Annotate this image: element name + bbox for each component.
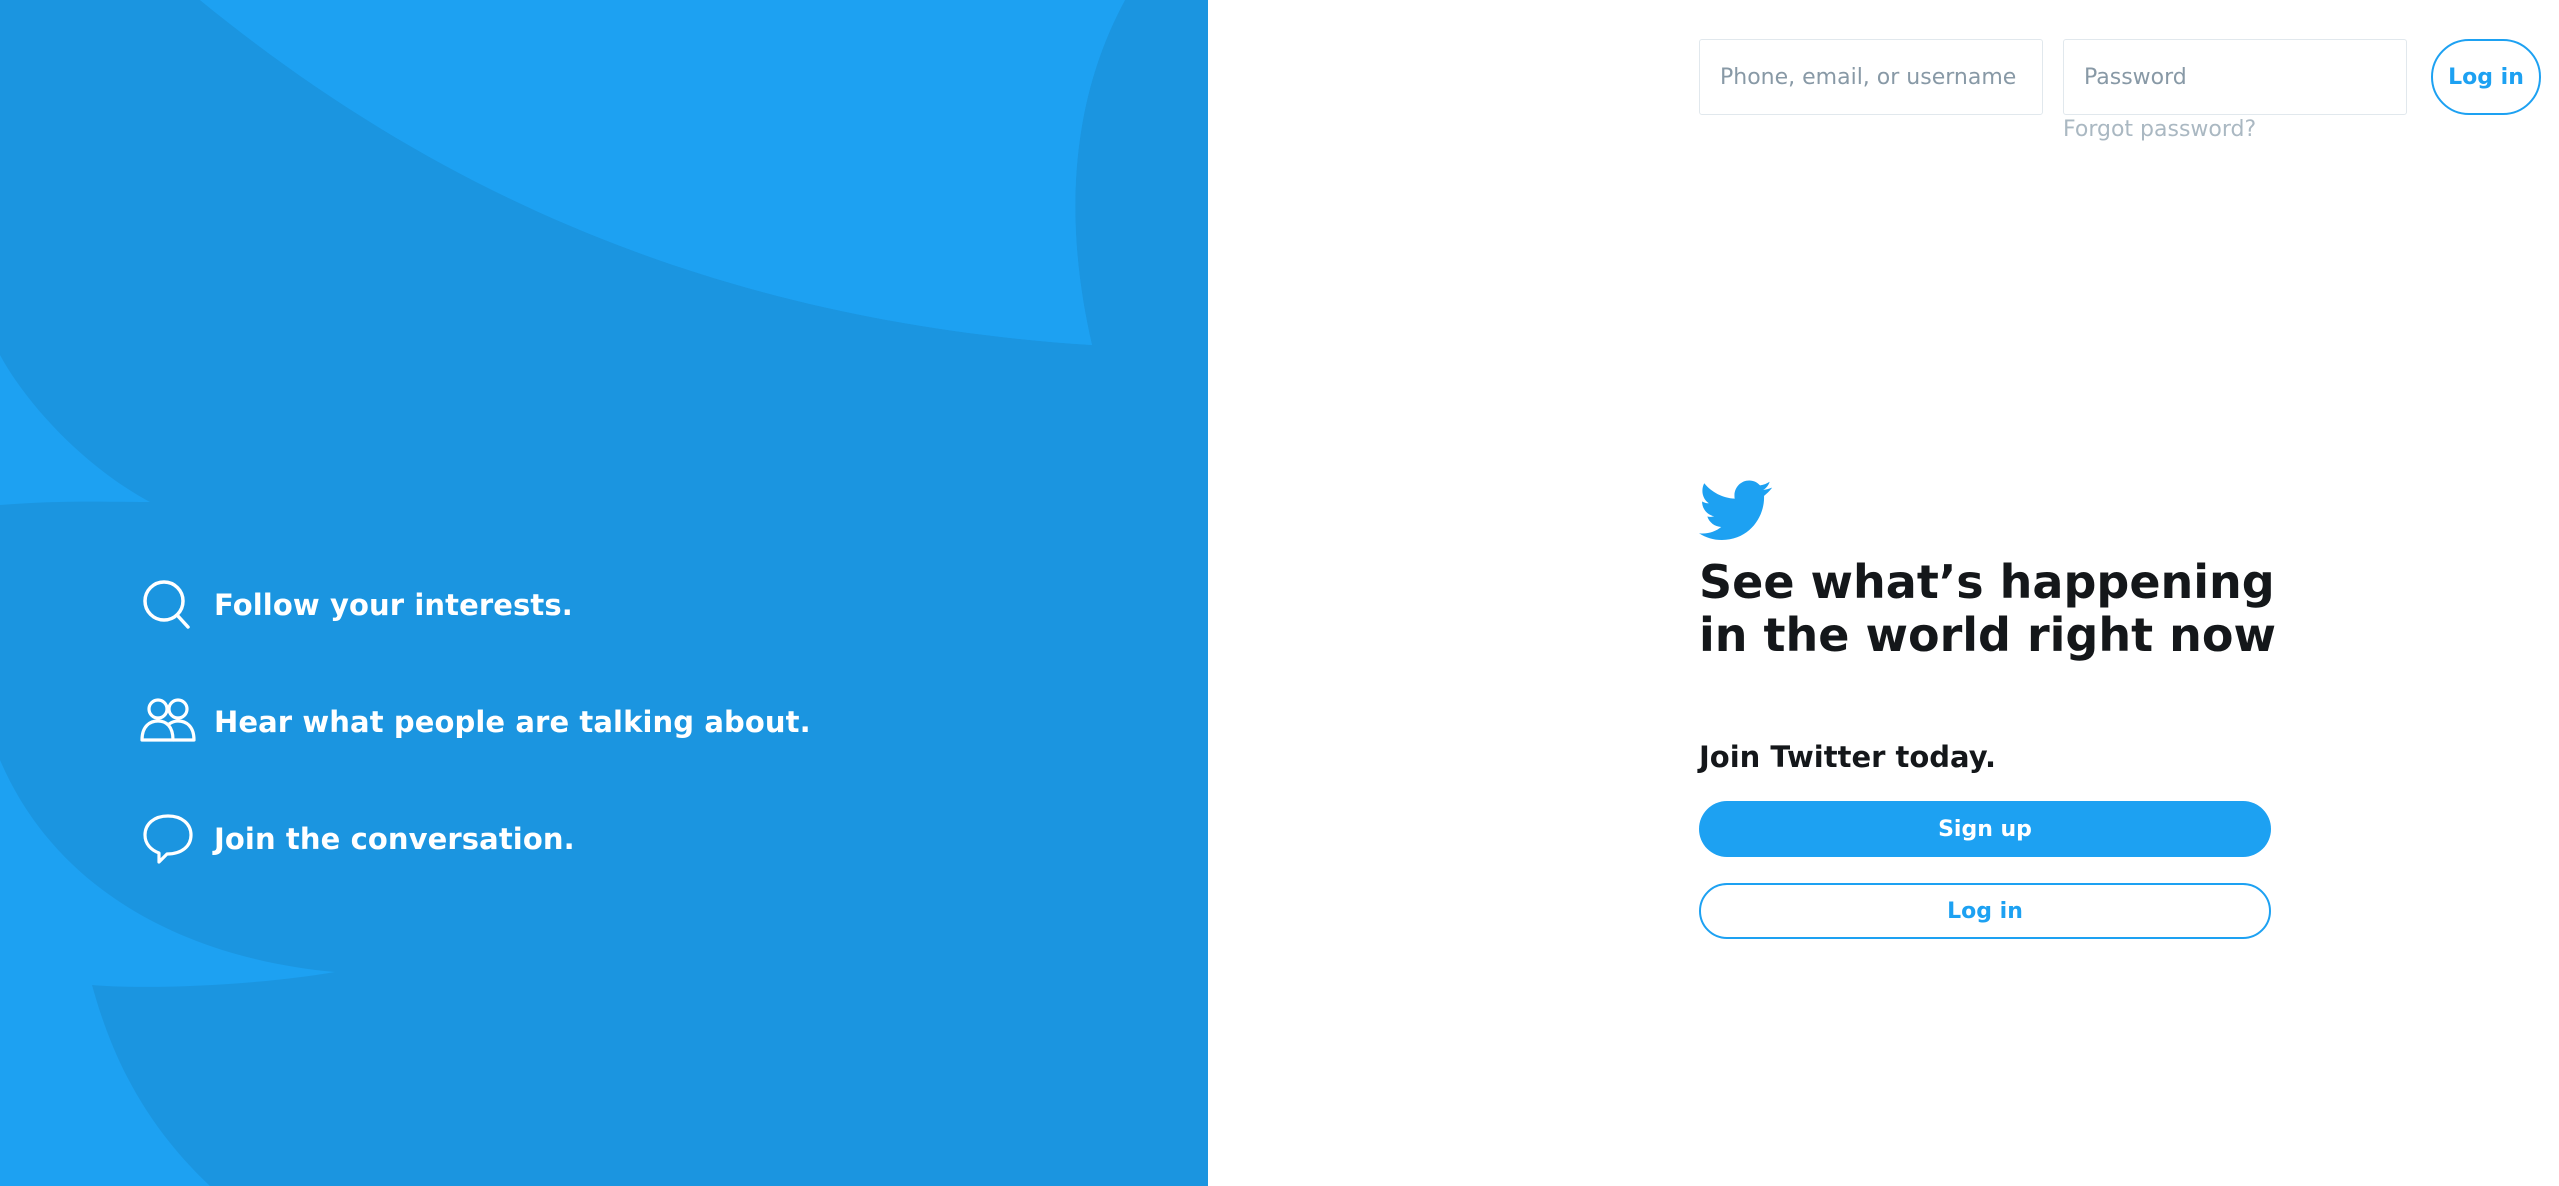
header-login-button[interactable]: Log in (2431, 39, 2541, 115)
page: Follow your interests. Hear what people … (0, 0, 2559, 1186)
forgot-password-link[interactable]: Forgot password? (2063, 117, 2256, 142)
speech-bubble-icon (140, 809, 202, 869)
search-icon (140, 575, 202, 635)
username-input[interactable] (1720, 64, 2022, 90)
join-heading: Join Twitter today. (1699, 740, 1996, 774)
feature-list: Follow your interests. Hear what people … (140, 575, 811, 926)
feature-item-join: Join the conversation. (140, 809, 811, 869)
right-panel: Forgot password? Log in See what’s happe… (1208, 0, 2559, 1186)
people-icon (140, 692, 202, 752)
username-field[interactable] (1699, 39, 2043, 115)
left-panel: Follow your interests. Hear what people … (0, 0, 1208, 1186)
feature-text: Hear what people are talking about. (214, 705, 811, 739)
feature-text: Join the conversation. (214, 822, 575, 856)
headline: See what’s happening in the world right … (1699, 555, 2276, 662)
password-field[interactable] (2063, 39, 2407, 115)
hero-section: See what’s happening in the world right … (1699, 480, 2279, 939)
login-button[interactable]: Log in (1699, 883, 2271, 939)
feature-item-follow: Follow your interests. (140, 575, 811, 635)
feature-text: Follow your interests. (214, 588, 573, 622)
signup-button[interactable]: Sign up (1699, 801, 2271, 857)
feature-item-hear: Hear what people are talking about. (140, 692, 811, 752)
twitter-bird-icon (1699, 480, 2279, 542)
password-input[interactable] (2084, 64, 2386, 90)
